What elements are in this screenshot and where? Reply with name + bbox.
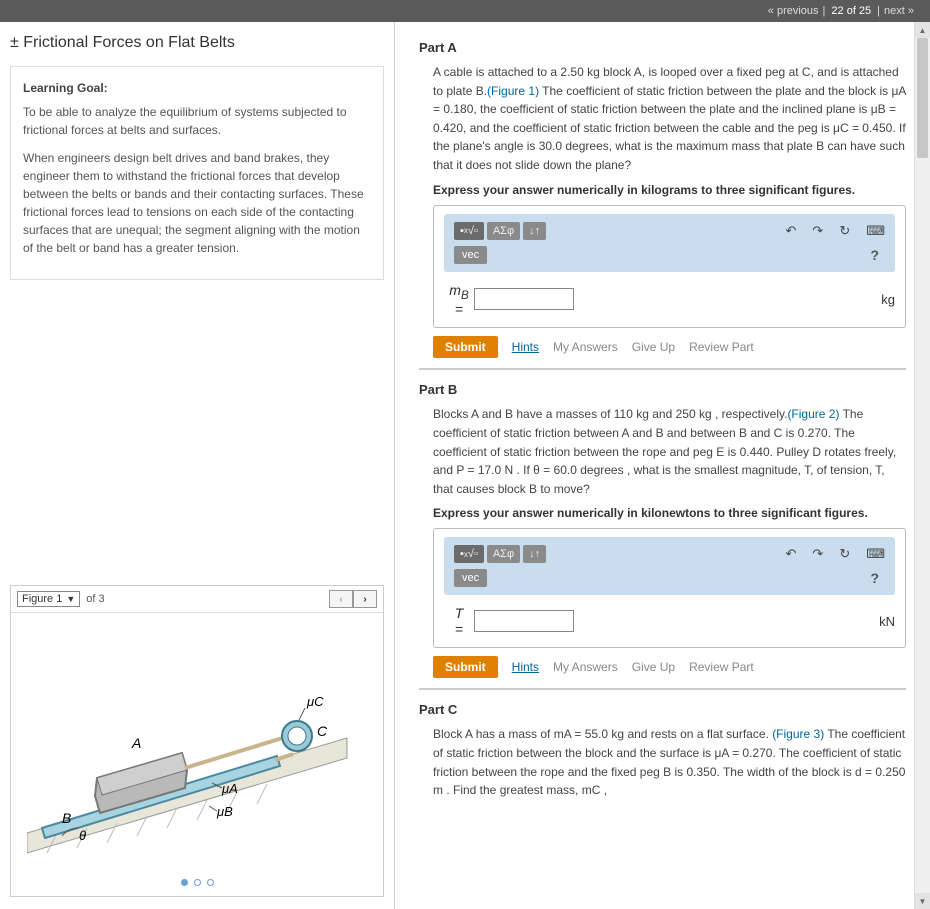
part-a-unit: kg	[881, 292, 895, 307]
arrows-button[interactable]: ↓↑	[523, 222, 546, 240]
part-b-unit: kN	[879, 614, 895, 629]
dot-3[interactable]	[207, 879, 214, 886]
part-b-question: Blocks A and B have a masses of 110 kg a…	[433, 405, 906, 498]
previous-link[interactable]: « previous	[768, 5, 819, 17]
part-c-question: Block A has a mass of mA = 55.0 kg and r…	[433, 725, 906, 799]
vec-button[interactable]: vec	[454, 246, 487, 264]
scroll-down-icon[interactable]: ▼	[915, 893, 930, 909]
part-b-input[interactable]	[474, 610, 574, 632]
keyboard-icon-b[interactable]: ⌨	[866, 546, 885, 562]
help-icon[interactable]: ?	[870, 247, 885, 263]
learning-goal-box: Learning Goal: To be able to analyze the…	[10, 66, 384, 280]
part-b-instruction: Express your answer numerically in kilon…	[433, 506, 906, 520]
template-button[interactable]: ▪ x√▫	[454, 222, 484, 240]
figure-3-link[interactable]: (Figure 3)	[772, 727, 824, 741]
part-a-my-answers[interactable]: My Answers	[553, 340, 618, 354]
svg-text:A: A	[131, 735, 141, 751]
template-button-b[interactable]: ▪ x√▫	[454, 545, 484, 563]
reset-icon[interactable]: ↻	[839, 223, 850, 239]
part-a-hints-link[interactable]: Hints	[512, 340, 539, 354]
scroll-up-icon[interactable]: ▲	[915, 22, 930, 38]
figure-next-button[interactable]: ›	[353, 590, 377, 608]
part-b-label: Part B	[419, 382, 906, 397]
part-a-instruction: Express your answer numerically in kilog…	[433, 183, 906, 197]
svg-text:B: B	[62, 810, 71, 826]
page-title: ± Frictional Forces on Flat Belts	[10, 34, 384, 52]
undo-icon[interactable]: ↶	[786, 223, 797, 239]
svg-text:μB: μB	[216, 804, 233, 819]
redo-icon[interactable]: ↷	[812, 223, 823, 239]
greek-button-b[interactable]: ΑΣφ	[487, 545, 520, 563]
part-c: Part C Block A has a mass of mA = 55.0 k…	[419, 689, 906, 799]
learning-goal-text-2: When engineers design belt drives and ba…	[23, 149, 371, 257]
figure-select[interactable]: Figure 1▼	[17, 591, 80, 607]
part-a-review[interactable]: Review Part	[689, 340, 754, 354]
scroll-thumb[interactable]	[917, 38, 928, 158]
part-b: Part B Blocks A and B have a masses of 1…	[419, 369, 906, 678]
part-b-hints-link[interactable]: Hints	[512, 660, 539, 674]
top-nav-bar: « previous | 22 of 25 | next »	[0, 0, 930, 22]
keyboard-icon[interactable]: ⌨	[866, 223, 885, 239]
figure-panel: Figure 1▼ of 3 ‹ ›	[10, 585, 384, 897]
figure-prev-button[interactable]: ‹	[329, 590, 353, 608]
part-a: Part A A cable is attached to a 2.50 kg …	[419, 40, 906, 358]
greek-button[interactable]: ΑΣφ	[487, 222, 520, 240]
part-a-label: Part A	[419, 40, 906, 55]
figure-dots	[11, 873, 383, 896]
undo-icon-b[interactable]: ↶	[786, 546, 797, 562]
svg-text:C: C	[317, 723, 328, 739]
dot-2[interactable]	[194, 879, 201, 886]
part-a-question: A cable is attached to a 2.50 kg block A…	[433, 63, 906, 175]
learning-goal-text-1: To be able to analyze the equilibrium of…	[23, 103, 371, 139]
part-a-input[interactable]	[474, 288, 574, 310]
part-b-variable: T=	[444, 605, 474, 637]
reset-icon-b[interactable]: ↻	[839, 546, 850, 562]
page-counter: 22 of 25	[831, 5, 871, 17]
redo-icon-b[interactable]: ↷	[812, 546, 823, 562]
scrollbar[interactable]: ▲ ▼	[914, 22, 930, 909]
dot-1[interactable]	[181, 879, 188, 886]
part-b-review[interactable]: Review Part	[689, 660, 754, 674]
svg-text:μA: μA	[221, 781, 238, 796]
chevron-down-icon: ▼	[66, 594, 75, 604]
figure-2-link[interactable]: (Figure 2)	[787, 407, 839, 421]
figure-image: A B C μC μA μB θ	[11, 613, 383, 873]
figure-of-label: of 3	[86, 593, 104, 605]
right-column: Part A A cable is attached to a 2.50 kg …	[395, 22, 930, 909]
learning-goal-label: Learning Goal:	[23, 79, 371, 97]
part-b-my-answers[interactable]: My Answers	[553, 660, 618, 674]
help-icon-b[interactable]: ?	[870, 570, 885, 586]
svg-text:μC: μC	[306, 694, 324, 709]
part-a-give-up[interactable]: Give Up	[632, 340, 675, 354]
part-a-variable: mB=	[444, 282, 474, 318]
part-c-label: Part C	[419, 702, 906, 717]
left-column: ± Frictional Forces on Flat Belts Learni…	[0, 22, 395, 909]
part-b-answer-box: ▪ x√▫ ΑΣφ ↓↑ ↶ ↷ ↻ ⌨ vec ?	[433, 528, 906, 648]
vec-button-b[interactable]: vec	[454, 569, 487, 587]
part-a-submit-button[interactable]: Submit	[433, 336, 498, 358]
figure-1-link[interactable]: (Figure 1)	[487, 84, 539, 98]
next-link[interactable]: next »	[884, 5, 914, 17]
svg-text:θ: θ	[79, 828, 86, 843]
arrows-button-b[interactable]: ↓↑	[523, 545, 546, 563]
part-b-submit-button[interactable]: Submit	[433, 656, 498, 678]
part-b-give-up[interactable]: Give Up	[632, 660, 675, 674]
part-a-answer-box: ▪ x√▫ ΑΣφ ↓↑ ↶ ↷ ↻ ⌨ vec ?	[433, 205, 906, 329]
